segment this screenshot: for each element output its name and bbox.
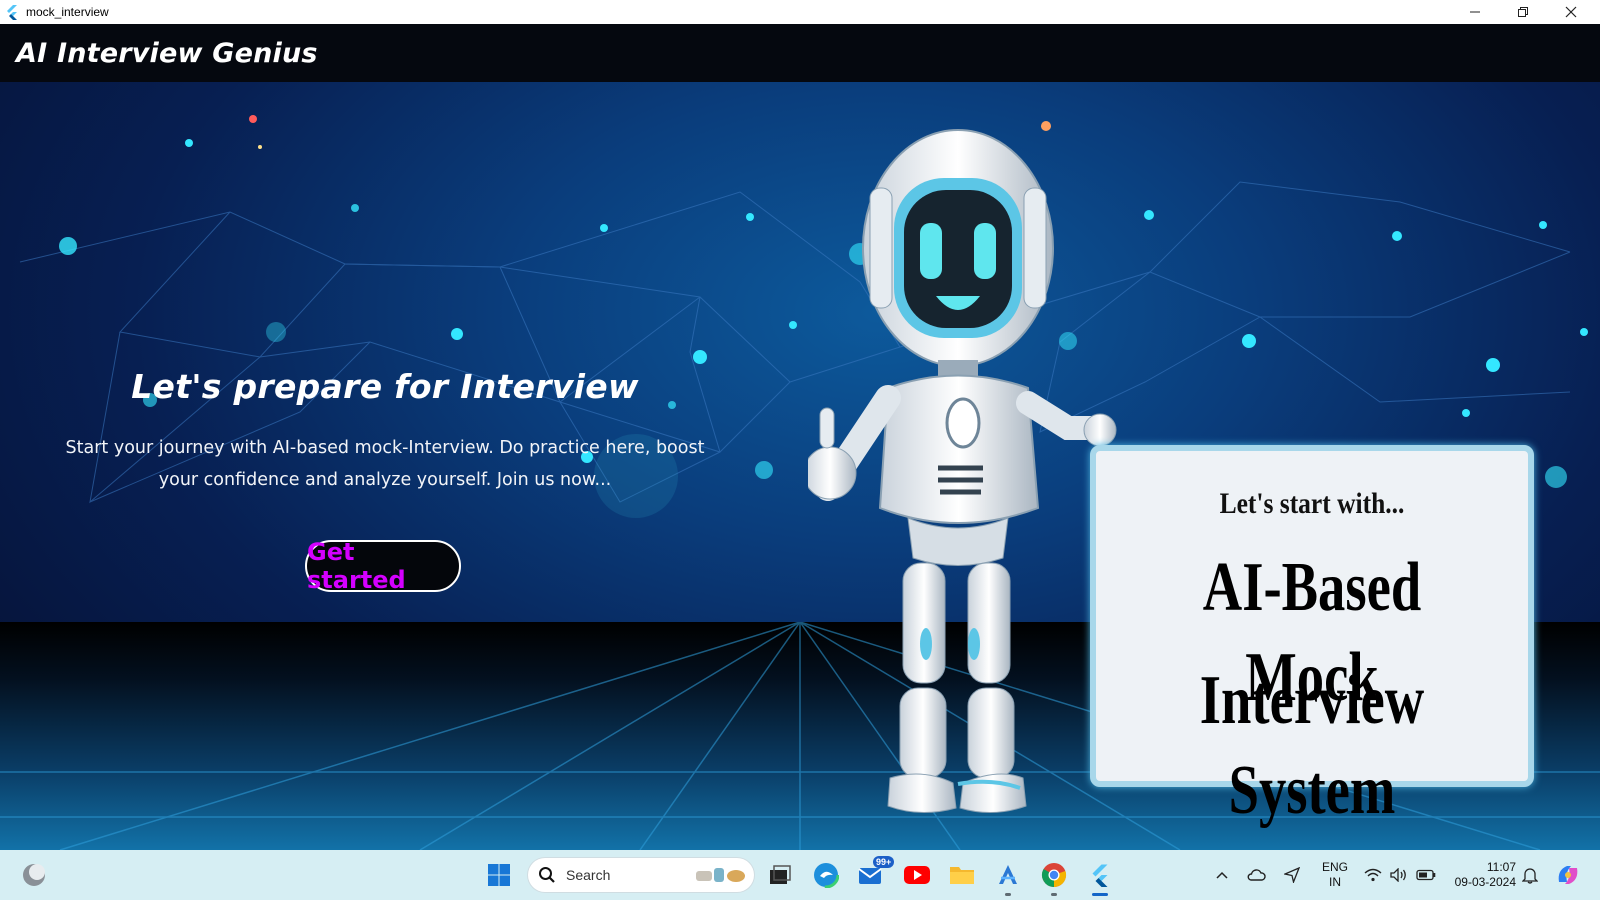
close-icon — [1565, 6, 1577, 18]
widgets-button[interactable] — [18, 859, 50, 891]
location-button[interactable] — [1280, 859, 1304, 891]
window-titlebar: mock_interview — [0, 0, 1600, 24]
location-arrow-icon — [1284, 867, 1300, 883]
flutter-app-icon — [7, 5, 17, 20]
volume-icon — [1390, 868, 1406, 882]
cloud-icon — [1247, 869, 1266, 881]
clock-time: 11:07 — [1486, 860, 1516, 874]
task-view-icon — [770, 865, 791, 884]
language-code: ENG — [1321, 860, 1348, 874]
window-title: mock_interview — [26, 5, 109, 19]
active-indicator — [1092, 893, 1108, 896]
task-view-button[interactable] — [764, 859, 796, 891]
minimize-icon — [1470, 11, 1480, 13]
windows-taskbar: Search 99+ ENG IN 11:07 09-03-2024 — [0, 850, 1600, 900]
running-indicator — [1051, 893, 1057, 896]
mail-button[interactable]: 99+ — [855, 856, 895, 891]
edge-icon — [813, 862, 839, 888]
copilot-icon — [1558, 866, 1578, 884]
region-code: IN — [1329, 875, 1341, 889]
copilot-button[interactable] — [1552, 859, 1584, 891]
restore-button[interactable] — [1500, 0, 1546, 24]
youtube-icon — [904, 866, 930, 884]
app-installer-button[interactable] — [992, 859, 1024, 896]
language-indicator[interactable]: ENG IN — [1318, 860, 1352, 890]
search-label: Search — [566, 867, 611, 883]
restore-icon — [1518, 7, 1528, 17]
flutter-app-icon — [1092, 864, 1108, 887]
youtube-button[interactable] — [901, 859, 933, 891]
clock[interactable]: 11:07 09-03-2024 — [1444, 860, 1516, 890]
sign-line-title-2: Interview System — [1199, 662, 1425, 829]
weather-widget-icon — [23, 864, 45, 886]
hero-headline: Let's prepare for Interview — [131, 367, 639, 406]
app-header: AI Interview Genius — [0, 24, 1600, 82]
file-explorer-icon — [950, 867, 974, 884]
sign-line-intro: Let's start with... — [1219, 487, 1405, 520]
quick-settings-button[interactable] — [1360, 862, 1440, 888]
get-started-button[interactable]: Get started — [305, 538, 461, 594]
notifications-button[interactable] — [1520, 859, 1540, 891]
flutter-app-button[interactable] — [1084, 859, 1116, 896]
edge-button[interactable] — [810, 859, 842, 891]
start-button[interactable] — [483, 859, 515, 891]
get-started-label: Get started — [307, 538, 406, 594]
taskbar-search[interactable]: Search — [528, 858, 754, 892]
bell-icon — [1522, 868, 1538, 884]
start-icon — [488, 864, 510, 886]
file-explorer-button[interactable] — [946, 859, 978, 891]
app-installer-icon — [999, 865, 1017, 884]
chevron-up-icon — [1216, 871, 1228, 879]
close-button[interactable] — [1548, 0, 1594, 24]
clock-date: 09-03-2024 — [1454, 875, 1516, 889]
chrome-icon — [1041, 863, 1067, 888]
sign-board: Let's start with... AI-Based Mock Interv… — [1090, 445, 1534, 829]
running-indicator — [1005, 893, 1011, 896]
minimize-button[interactable] — [1452, 0, 1498, 24]
battery-icon — [1416, 869, 1436, 881]
search-highlight-icon — [696, 868, 745, 882]
show-hidden-icons-button[interactable] — [1212, 859, 1232, 891]
hero-section: Let's prepare for Interview Start your j… — [0, 82, 1600, 850]
hero-description: Start your journey with AI-based mock-In… — [65, 438, 705, 490]
onedrive-button[interactable] — [1244, 859, 1268, 891]
wifi-icon — [1364, 868, 1382, 882]
app-title: AI Interview Genius — [16, 37, 318, 69]
chrome-button[interactable] — [1038, 859, 1070, 896]
mail-badge: 99+ — [873, 856, 895, 868]
search-icon — [539, 867, 555, 883]
